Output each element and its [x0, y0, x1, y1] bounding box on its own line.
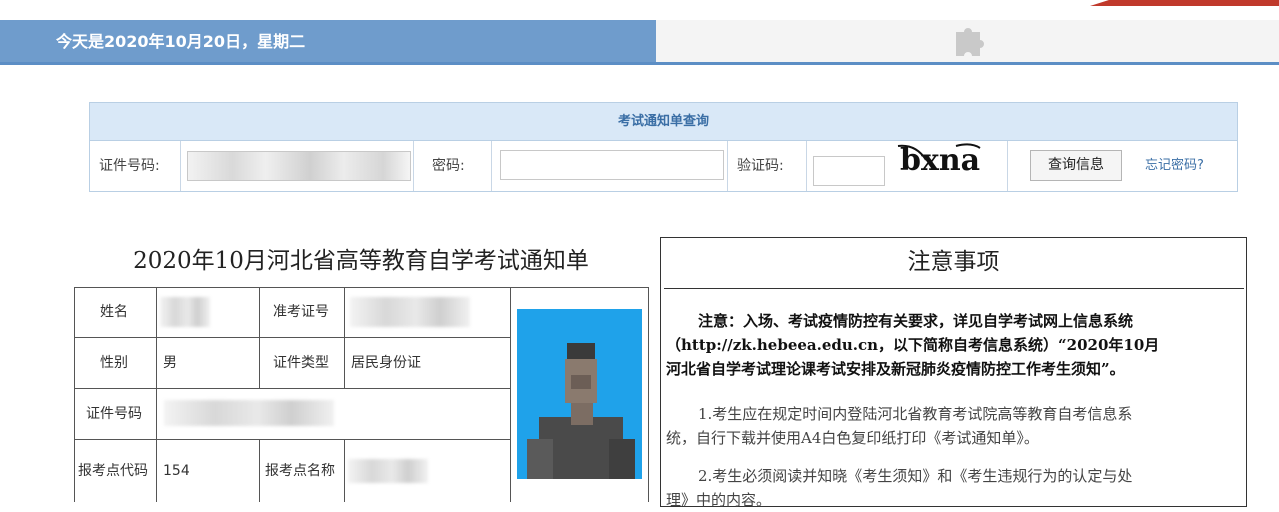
- id-type-value: 居民身份证: [351, 355, 421, 371]
- captcha-label: 验证码:: [737, 158, 784, 174]
- candidate-photo: [517, 309, 642, 479]
- name-label: 姓名: [100, 304, 128, 320]
- divider: [180, 141, 181, 191]
- id-number-row-label: 证件号码: [86, 406, 142, 422]
- person-silhouette: [527, 343, 635, 479]
- site-logo-fragment: [1090, 0, 1279, 6]
- puzzle-icon: [956, 28, 984, 56]
- site-name-label: 报考点名称: [265, 463, 335, 479]
- divider: [806, 141, 807, 191]
- divider: [1007, 141, 1008, 191]
- name-value-redacted: [160, 297, 210, 327]
- query-panel-title: 考试通知单查询: [617, 114, 709, 129]
- id-number-label: 证件号码:: [99, 158, 160, 174]
- query-submit-button[interactable]: 查询信息: [1030, 150, 1122, 181]
- ticket-label: 准考证号: [273, 304, 329, 320]
- notes-para1-line3: 河北省自学考试理论课考试安排及新冠肺炎疫情防控工作考生须知”。: [666, 360, 1125, 378]
- gender-value: 男: [163, 355, 177, 371]
- gender-label: 性别: [100, 355, 128, 371]
- notes-item2-line2: 理》中的内容。: [666, 491, 772, 509]
- site-code-value: 154: [163, 463, 190, 479]
- notes-para1-line2: （http://zk.hebeea.edu.cn，以下简称自考信息系统）“202…: [666, 336, 1160, 354]
- divider: [413, 141, 414, 191]
- notes-item1-line1: 1.考生应在规定时间内登陆河北省教育考试院高等教育自考信息系: [698, 405, 1133, 423]
- header-divider: [0, 62, 1279, 65]
- forgot-password-link[interactable]: 忘记密码?: [1145, 158, 1204, 174]
- site-name-value-redacted: [348, 459, 428, 483]
- ticket-value-redacted: [350, 297, 470, 327]
- captcha-image[interactable]: bxna: [896, 140, 982, 176]
- id-number-input[interactable]: [187, 151, 411, 181]
- notes-item2-line1: 2.考生必须阅读并知晓《考生须知》和《考生违规行为的认定与处: [698, 467, 1133, 485]
- site-code-label: 报考点代码: [78, 463, 148, 479]
- notes-title: 注意事项: [907, 249, 1000, 275]
- notes-item1-line2: 统，自行下载并使用A4白色复印纸打印《考试通知单》。: [666, 429, 1039, 447]
- password-input[interactable]: [500, 150, 724, 180]
- captcha-input[interactable]: [813, 156, 885, 186]
- password-label: 密码:: [432, 158, 465, 174]
- divider: [727, 141, 728, 191]
- notes-para1-line1: 注意：入场、考试疫情防控有关要求，详见自学考试网上信息系统: [698, 312, 1134, 330]
- current-date: 今天是2020年10月20日，星期二: [56, 32, 306, 51]
- id-number-value-redacted: [164, 400, 334, 426]
- notice-title: 2020年10月河北省高等教育自学考试通知单: [133, 248, 589, 274]
- notes-divider: [664, 288, 1244, 289]
- divider: [491, 141, 492, 191]
- id-type-label: 证件类型: [273, 355, 329, 371]
